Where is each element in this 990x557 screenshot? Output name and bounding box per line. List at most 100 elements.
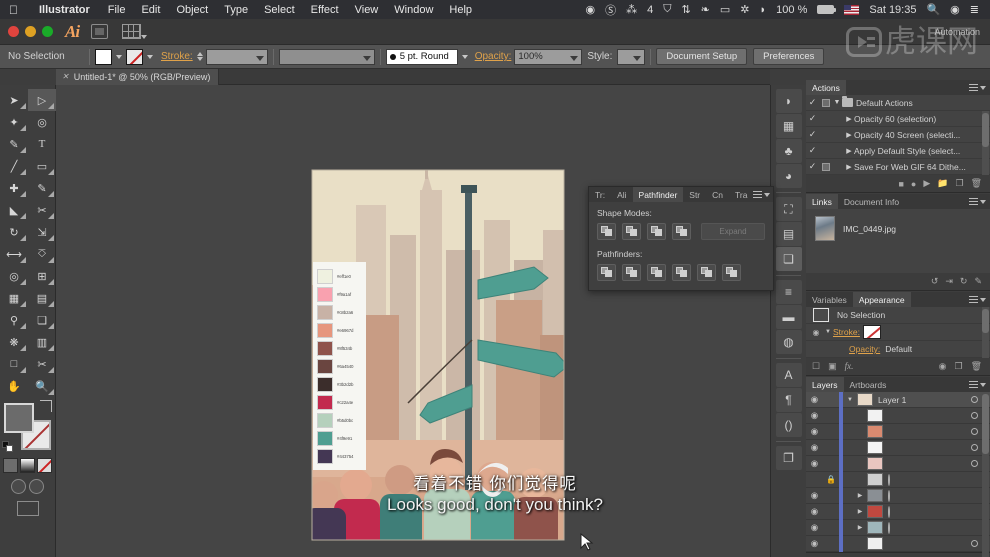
layer-target-icon[interactable] — [971, 540, 978, 547]
siri-icon[interactable]: ◉ — [945, 3, 965, 16]
appearance-stroke-row[interactable]: ◉ ▼ Stroke: — [806, 324, 990, 341]
tab-transparency[interactable]: Tra — [729, 187, 753, 202]
actions-row[interactable]: ✓▼Default Actions — [806, 95, 990, 111]
align-icon[interactable]: ▤ — [776, 222, 802, 246]
blend-tool[interactable]: ❏ — [28, 309, 56, 331]
panel-menu-icon[interactable] — [969, 198, 990, 205]
stroke-label[interactable]: Stroke: — [157, 51, 197, 62]
zoom-tool[interactable]: 🔍 — [28, 375, 56, 397]
visibility-icon[interactable]: ◉ — [809, 328, 823, 337]
gradient-tool[interactable]: ▤ — [28, 287, 56, 309]
panel-menu-icon[interactable] — [969, 296, 990, 303]
free-transform-tool[interactable]: ⎏ — [28, 243, 56, 265]
duplicate-icon[interactable]: ❐ — [954, 361, 962, 372]
brush-definition-field[interactable]: 5 pt. Round — [386, 49, 458, 65]
actions-row[interactable]: ✓▶Opacity 60 (selection) — [806, 111, 990, 127]
pathfinder-panel[interactable]: Tr: Ali Pathfinder Str Cn Tra Shape Mode… — [588, 186, 774, 291]
layer-target-icon[interactable] — [888, 522, 890, 534]
graphic-style-field[interactable] — [617, 49, 645, 65]
twirl-icon[interactable]: ▶ — [844, 147, 854, 155]
network-icon[interactable]: ⁂ — [621, 3, 642, 16]
minus-back-icon[interactable] — [722, 264, 741, 281]
stroke-color-swatch[interactable] — [126, 49, 143, 65]
document-setup-button[interactable]: Document Setup — [656, 48, 747, 65]
type-tool[interactable]: T — [28, 133, 56, 155]
list-item[interactable]: IMC_0449.jpg — [811, 214, 985, 243]
appearance-target-row[interactable]: No Selection — [806, 307, 990, 324]
arrange-documents-icon[interactable] — [122, 24, 141, 39]
twirl-icon[interactable]: ▼ — [832, 99, 842, 106]
tab-layers[interactable]: Layers — [806, 377, 844, 392]
menu-edit[interactable]: Edit — [133, 4, 168, 16]
panel-menu-icon[interactable] — [969, 84, 990, 91]
fill-swatch[interactable] — [4, 403, 34, 433]
bluetooth-icon[interactable]: ✲ — [735, 3, 754, 16]
artboard-tool[interactable]: □ — [0, 353, 28, 375]
zoom-window-button[interactable] — [42, 26, 53, 37]
twirl-icon[interactable]: ▶ — [853, 524, 867, 531]
divide-icon[interactable] — [597, 264, 616, 281]
magic-wand-tool[interactable]: ✦ — [0, 111, 28, 133]
menu-select[interactable]: Select — [256, 4, 303, 16]
character-icon[interactable]: A — [776, 363, 802, 387]
twirl-icon[interactable]: ▼ — [843, 397, 857, 403]
layer-target-icon[interactable] — [971, 460, 978, 467]
delete-icon[interactable]: 🗑 — [971, 178, 982, 189]
record-icon[interactable]: ● — [911, 179, 916, 189]
transparency-icon[interactable]: ◍ — [776, 330, 802, 354]
tab-align[interactable]: Ali — [611, 187, 632, 202]
paintbrush-tool[interactable]: ✚ — [0, 177, 28, 199]
intersect-icon[interactable] — [647, 223, 666, 240]
preferences-button[interactable]: Preferences — [753, 48, 824, 65]
notification-center-icon[interactable]: ≣ — [965, 3, 984, 16]
menu-file[interactable]: File — [100, 4, 134, 16]
add-effect-icon[interactable]: fx. — [845, 361, 854, 372]
bluetooth-sync-icon[interactable]: ⇅ — [676, 3, 695, 16]
eraser-tool[interactable]: ✂ — [28, 199, 56, 221]
trim-icon[interactable] — [622, 264, 641, 281]
bridge-icon[interactable] — [91, 24, 108, 39]
symbol-sprayer-tool[interactable]: ❋ — [0, 331, 28, 353]
menu-type[interactable]: Type — [216, 4, 256, 16]
action-dialog-toggle[interactable] — [819, 163, 832, 171]
new-set-icon[interactable]: 📁 — [937, 178, 948, 189]
hand-tool[interactable]: ✋ — [0, 375, 28, 397]
transform-icon[interactable]: ⛶ — [776, 197, 802, 221]
action-toggle-icon[interactable]: ✓ — [806, 129, 819, 140]
stroke-icon[interactable]: ≡ — [776, 280, 802, 304]
minus-front-icon[interactable] — [622, 223, 641, 240]
visibility-icon[interactable]: ◉ — [806, 458, 823, 469]
brush-dropdown-icon[interactable] — [462, 55, 468, 59]
width-tool[interactable]: ⟷ — [0, 243, 28, 265]
airplay-icon[interactable]: ▭ — [715, 3, 735, 16]
tab-appearance[interactable]: Appearance — [853, 292, 911, 307]
rectangle-tool[interactable]: ▭ — [28, 155, 56, 177]
stroke-dropdown-icon[interactable] — [147, 55, 153, 59]
brushes-icon[interactable]: ◗ — [776, 89, 802, 113]
layer-row[interactable]: ◉ — [806, 408, 990, 424]
swap-fill-stroke-icon[interactable] — [40, 400, 52, 412]
layer-target-icon[interactable] — [971, 412, 978, 419]
visibility-icon[interactable]: ◉ — [806, 538, 823, 549]
menu-effect[interactable]: Effect — [303, 4, 347, 16]
layer-row[interactable]: ◉ — [806, 440, 990, 456]
menu-window[interactable]: Window — [386, 4, 441, 16]
layer-row[interactable]: ◉ — [806, 536, 990, 552]
close-icon[interactable]: ✕ — [62, 72, 69, 81]
action-toggle-icon[interactable]: ✓ — [806, 113, 819, 124]
twirl-icon[interactable]: ▶ — [844, 115, 854, 123]
layer-row[interactable]: ◉▶ — [806, 520, 990, 536]
pathfinder-icon[interactable]: ❏ — [776, 247, 802, 271]
tab-artboards[interactable]: Artboards — [844, 377, 893, 392]
menu-app-name[interactable]: Illustrator — [29, 4, 100, 16]
visibility-icon[interactable]: ◉ — [806, 394, 823, 405]
swatches-icon[interactable]: ▦ — [776, 114, 802, 138]
action-toggle-icon[interactable]: ✓ — [806, 145, 819, 156]
tab-variables[interactable]: Variables — [806, 292, 853, 307]
battery-icon[interactable] — [812, 5, 839, 14]
tab-links[interactable]: Links — [806, 194, 838, 209]
crop-icon[interactable] — [672, 264, 691, 281]
minimize-window-button[interactable] — [25, 26, 36, 37]
visibility-icon[interactable]: ◉ — [806, 426, 823, 437]
update-link-icon[interactable]: ↻ — [960, 276, 968, 287]
